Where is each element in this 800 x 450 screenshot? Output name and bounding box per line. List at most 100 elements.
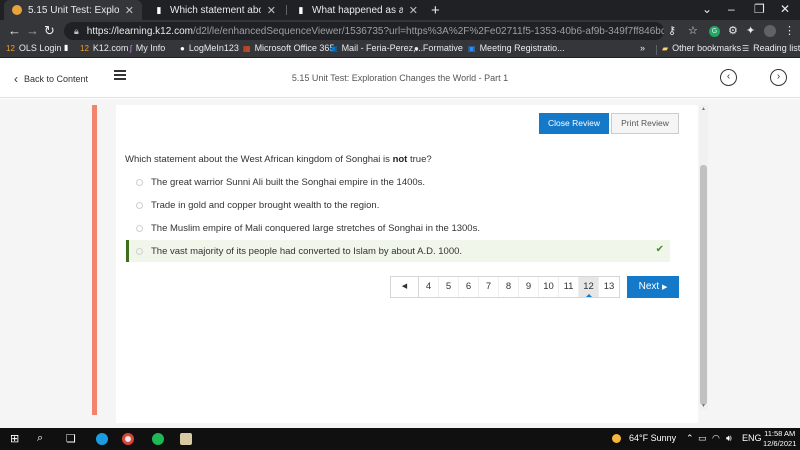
back-arrow-icon[interactable]: ←	[8, 23, 21, 38]
checkmark-icon: ✔	[655, 244, 664, 255]
bookmark-my-info[interactable]: ʃ My Info	[130, 43, 165, 53]
forward-arrow-icon[interactable]: →	[26, 23, 39, 38]
brainly-favicon-icon: ▮	[156, 5, 162, 15]
question-card	[116, 105, 698, 423]
bookmark-formative[interactable]: ● Formative	[414, 43, 463, 53]
answer-option[interactable]: The great warrior Sunni Ali built the So…	[126, 171, 670, 193]
previous-item-button[interactable]: ‹	[720, 69, 737, 86]
sun-icon	[612, 433, 621, 443]
bookmark-office-365[interactable]: ▦ Microsoft Office 365	[243, 43, 334, 53]
address-bar[interactable]: 🔒︎ https://learning.k12.com/d2l/le/enhan…	[64, 22, 664, 40]
bookmark-logmein[interactable]: ● LogMeIn123	[180, 43, 239, 53]
lock-icon: 🔒︎	[74, 25, 79, 36]
zoom-icon: ▣	[468, 43, 476, 53]
bookmark-k12[interactable]: ▮	[64, 43, 72, 52]
more-bookmarks-icon[interactable]: »	[640, 43, 645, 53]
radio-button[interactable]	[136, 201, 143, 209]
other-bookmarks[interactable]: ▰ Other bookmarks	[662, 43, 741, 53]
volume-icon[interactable]: 🔊︎	[726, 433, 732, 444]
task-view-icon[interactable]: ❏	[66, 432, 76, 445]
puzzle-extensions-icon[interactable]: ✦	[746, 24, 755, 37]
print-review-button[interactable]: Print Review	[611, 113, 679, 134]
bookmark-k12-com[interactable]: 12 K12.com	[80, 43, 128, 53]
star-icon[interactable]: ☆	[688, 24, 698, 37]
next-button[interactable]: Next ▶	[627, 276, 679, 298]
radio-button[interactable]	[136, 178, 143, 186]
close-tab-icon[interactable]: ✕	[125, 4, 134, 17]
reading-list[interactable]: ☰ Reading list	[742, 43, 800, 53]
gear-extension-icon[interactable]: ⚙	[728, 24, 738, 37]
tab-unit-test[interactable]: 5.15 Unit Test: Exploration Chang ✕	[4, 0, 142, 20]
weather-widget[interactable]: 64°F Sunny	[612, 433, 676, 443]
folder-icon: ▰	[662, 43, 669, 53]
pagination-previous-button[interactable]: ◀	[391, 277, 419, 297]
scroll-down-icon[interactable]: ▼	[701, 403, 706, 409]
page-button[interactable]: 9	[519, 277, 539, 297]
close-tab-icon[interactable]: ✕	[409, 4, 418, 17]
answer-option-correct[interactable]: The vast majority of its people had conv…	[126, 240, 670, 262]
bookmark-mail[interactable]: ▣ Mail - Feria-Perez,...	[330, 43, 423, 53]
page-button[interactable]: 8	[499, 277, 519, 297]
show-hidden-icons-icon[interactable]: ⌃	[686, 433, 694, 444]
bookmark-icon: ʃ	[130, 43, 132, 53]
edge-icon[interactable]	[96, 433, 108, 445]
close-window-icon[interactable]: ✕	[780, 2, 790, 16]
page-button[interactable]: 6	[459, 277, 479, 297]
bookmark-separator	[656, 45, 657, 55]
search-icon[interactable]: ⌕	[37, 432, 43, 445]
radio-button[interactable]	[136, 224, 143, 232]
reload-icon[interactable]: ↻	[44, 23, 55, 39]
page-button[interactable]: 4	[419, 277, 439, 297]
more-menu-icon[interactable]: ⋮	[784, 24, 795, 37]
minimize-icon[interactable]: –	[728, 2, 735, 16]
close-tab-icon[interactable]: ✕	[267, 4, 276, 17]
scrollbar[interactable]: ▲ ▼	[699, 105, 708, 410]
avatar[interactable]	[764, 25, 776, 37]
grammarly-extension-icon[interactable]: G	[709, 26, 720, 37]
play-arrow-icon: ▶	[661, 284, 668, 291]
question-text: Which statement about the West African k…	[125, 154, 432, 165]
windows-taskbar: ⊞ ⌕ ❏ 64°F Sunny ⌃ ▭ ◠ 🔊︎ ENG 11:58 AM 1…	[0, 428, 800, 450]
page-button[interactable]: 11	[559, 277, 579, 297]
next-item-button[interactable]: ›	[770, 69, 787, 86]
game-app-icon[interactable]	[180, 433, 192, 445]
brainly-favicon-icon: ▮	[298, 5, 304, 15]
bookmark-icon: ▮	[64, 43, 69, 52]
logmein-icon: ●	[180, 43, 185, 53]
tab-which-statement[interactable]: ▮ Which statement about the Wes ✕	[146, 0, 284, 20]
profile-menu-icon[interactable]: ⌄	[702, 2, 712, 16]
formative-icon: ●	[414, 43, 419, 53]
windows-start-icon[interactable]: ⊞	[10, 432, 19, 445]
answer-option[interactable]: Trade in gold and copper brought wealth …	[126, 194, 670, 216]
accent-bar	[92, 105, 97, 415]
k12-bookmark-icon: 12	[80, 43, 89, 53]
page-header: ‹ Back to Content 5.15 Unit Test: Explor…	[0, 58, 800, 98]
scroll-up-icon[interactable]: ▲	[701, 106, 706, 112]
chrome-icon[interactable]	[122, 433, 134, 445]
scrollbar-thumb[interactable]	[700, 165, 707, 405]
wifi-icon[interactable]: ◠	[712, 433, 720, 444]
tab-what-happened[interactable]: ▮ What happened as a result of th ✕	[288, 0, 426, 20]
key-icon[interactable]: ⚷	[668, 24, 676, 37]
system-clock[interactable]: 11:58 AM 12/6/2021	[763, 429, 796, 449]
radio-button[interactable]	[136, 247, 143, 255]
k12-favicon-icon	[12, 5, 22, 15]
page-button[interactable]: 5	[439, 277, 459, 297]
page-button[interactable]: 13	[599, 277, 619, 297]
outlook-icon: ▣	[330, 43, 338, 53]
new-tab-icon[interactable]: +	[431, 2, 440, 19]
answer-option[interactable]: The Muslim empire of Mali conquered larg…	[126, 217, 670, 239]
tab-separator	[286, 5, 287, 15]
language-indicator[interactable]: ENG	[742, 433, 762, 443]
page-button[interactable]: 7	[479, 277, 499, 297]
page-button[interactable]: 10	[539, 277, 559, 297]
bookmark-meeting-registration[interactable]: ▣ Meeting Registratio...	[468, 43, 565, 53]
close-review-button[interactable]: Close Review	[539, 113, 609, 134]
browser-toolbar: ← → ↻ 🔒︎ https://learning.k12.com/d2l/le…	[0, 20, 800, 42]
page-button-current[interactable]: 12	[579, 277, 599, 297]
restore-icon[interactable]: ❐	[754, 2, 765, 16]
bookmark-ols-login[interactable]: 12 OLS Login	[6, 43, 61, 53]
spotify-icon[interactable]	[152, 433, 164, 445]
page-title: 5.15 Unit Test: Exploration Changes the …	[291, 73, 509, 83]
battery-icon[interactable]: ▭	[698, 433, 707, 444]
